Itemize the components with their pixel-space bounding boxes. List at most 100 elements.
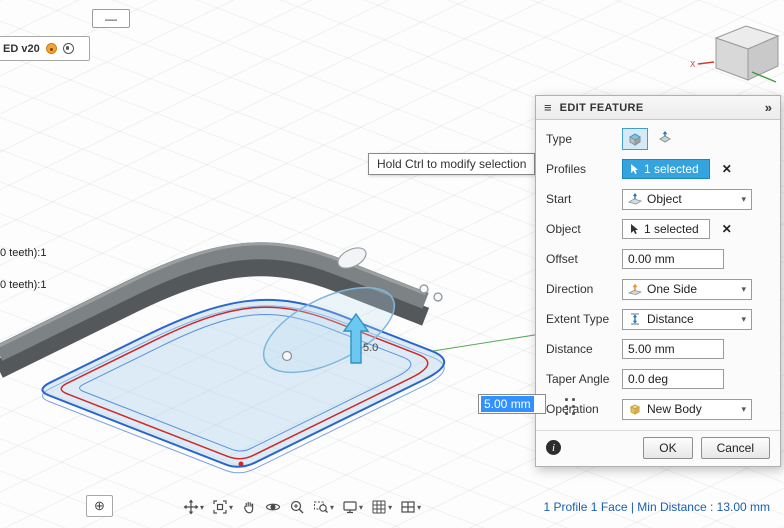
object-clear-icon[interactable]: ✕ xyxy=(722,222,732,236)
offset-row: Offset xyxy=(536,244,780,274)
object-selection-chip[interactable]: 1 selected xyxy=(622,219,710,239)
zoom-icon xyxy=(290,500,304,514)
extrude-solid-icon xyxy=(629,133,641,146)
chevron-down-icon: ▾ xyxy=(330,502,335,512)
direction-dropdown[interactable]: One Side ▾ xyxy=(622,278,752,300)
start-dropdown[interactable]: Object ▾ xyxy=(622,188,752,210)
offset-input[interactable] xyxy=(622,249,724,269)
display-settings-command[interactable]: ▾ xyxy=(342,499,363,515)
dialog-title: EDIT FEATURE xyxy=(559,101,644,114)
sketch-point-left[interactable] xyxy=(281,350,293,362)
profiles-clear-icon[interactable]: ✕ xyxy=(722,162,732,176)
profiles-selection-chip[interactable]: 1 selected xyxy=(622,159,710,179)
extent-type-dropdown[interactable]: Distance ▾ xyxy=(622,308,752,330)
pan-icon xyxy=(183,499,199,515)
sketch-corner-point xyxy=(238,461,244,467)
orbit-icon xyxy=(265,503,281,511)
extent-type-label: Extent Type xyxy=(546,312,610,326)
zoom-command[interactable] xyxy=(289,499,305,515)
grid-settings-command[interactable]: ▾ xyxy=(371,499,392,515)
record-icon xyxy=(62,43,74,54)
hand-icon xyxy=(244,502,254,514)
dialog-grip-icon[interactable]: ≡ xyxy=(544,100,552,115)
operation-dropdown[interactable]: New Body ▾ xyxy=(622,398,752,420)
canvas-distance-value: 5.00 mm xyxy=(481,396,534,412)
distance-row: Distance xyxy=(536,334,780,364)
cursor-icon xyxy=(631,224,638,234)
warning-badge-icon xyxy=(45,43,57,54)
chevron-down-icon: ▾ xyxy=(388,502,393,512)
document-badge[interactable]: ED v20 xyxy=(0,36,90,61)
start-label: Start xyxy=(546,192,572,206)
viewcube[interactable]: X xyxy=(690,25,780,83)
zoom-window-command[interactable]: ▾ xyxy=(313,499,334,515)
manipulator-distance-label: 5.0 xyxy=(363,342,378,354)
info-icon[interactable]: i xyxy=(546,440,561,455)
canvas-distance-input[interactable]: 5.00 mm xyxy=(478,394,546,414)
fusion-window: 5.0 X — ED v20 0 teeth):1 0 teeth):1 Hol… xyxy=(0,0,784,528)
taper-angle-label: Taper Angle xyxy=(546,372,610,386)
profiles-label: Profiles xyxy=(546,162,587,176)
type-row: Type xyxy=(536,124,780,154)
cancel-button[interactable]: Cancel xyxy=(700,436,770,459)
pan-hand-command[interactable] xyxy=(241,499,257,515)
object-label: Object xyxy=(546,222,581,236)
collapse-arrows-icon[interactable]: » xyxy=(765,100,772,115)
type-label: Type xyxy=(546,132,573,146)
value-drag-handle[interactable] xyxy=(563,396,577,417)
document-label: ED v20 xyxy=(3,42,40,55)
plus-circle-icon: ⊕ xyxy=(94,498,105,513)
extrude-thin-icon xyxy=(659,131,671,143)
distance-input[interactable] xyxy=(622,339,724,359)
zoom-window-icon xyxy=(314,501,329,513)
ok-button[interactable]: OK xyxy=(643,436,693,459)
chevron-down-icon: ▾ xyxy=(741,313,746,324)
sketch-point-right-2[interactable] xyxy=(433,292,443,302)
pan-command[interactable]: ▾ xyxy=(183,499,204,515)
browser-item-2[interactable]: 0 teeth):1 xyxy=(0,279,46,291)
collapse-panel-button[interactable]: — xyxy=(92,9,130,28)
taper-angle-row: Taper Angle xyxy=(536,364,780,394)
orbit-command[interactable] xyxy=(265,499,281,515)
display-settings-icon xyxy=(343,501,357,514)
grid-icon xyxy=(372,500,386,514)
expand-control-button[interactable]: ⊕ xyxy=(86,495,113,517)
chevron-down-icon: ▾ xyxy=(200,502,205,512)
extrude-type-thin-button[interactable] xyxy=(652,128,678,150)
operation-label: Operation xyxy=(546,402,599,416)
distance-label: Distance xyxy=(546,342,593,356)
chevron-down-icon: ▾ xyxy=(741,403,746,414)
start-row: Start Object ▾ xyxy=(536,184,780,214)
dialog-footer: i OK Cancel xyxy=(536,430,780,464)
chevron-down-icon: ▾ xyxy=(229,502,234,512)
chevron-down-icon: ▾ xyxy=(741,283,746,294)
selection-status-text: 1 Profile 1 Face | Min Distance : 13.00 … xyxy=(543,500,770,514)
browser-item-1[interactable]: 0 teeth):1 xyxy=(0,247,46,259)
one-side-icon xyxy=(628,283,642,295)
x-axis-label: X xyxy=(690,60,696,69)
new-body-icon xyxy=(629,404,641,415)
cursor-icon xyxy=(631,164,638,174)
offset-label: Offset xyxy=(546,252,578,266)
x-axis-indicator xyxy=(697,61,715,65)
start-object-icon xyxy=(628,193,642,205)
distance-extent-icon xyxy=(631,313,639,325)
chevron-down-icon: ▾ xyxy=(359,502,364,512)
navigation-toolbar: ▾ ▾ ▾ ▾ ▾ ▾ xyxy=(183,499,421,515)
direction-label: Direction xyxy=(546,282,594,296)
viewports-icon xyxy=(401,501,415,513)
extent-type-row: Extent Type Distance ▾ xyxy=(536,304,780,334)
taper-angle-input[interactable] xyxy=(622,369,724,389)
fit-command[interactable]: ▾ xyxy=(212,499,233,515)
viewports-command[interactable]: ▾ xyxy=(400,499,421,515)
direction-row: Direction One Side ▾ xyxy=(536,274,780,304)
fit-icon xyxy=(213,500,227,514)
dialog-header[interactable]: ≡ EDIT FEATURE » xyxy=(536,96,780,120)
profiles-row: Profiles 1 selected ✕ xyxy=(536,154,780,184)
sketch-point-right-1[interactable] xyxy=(419,284,429,294)
object-row: Object 1 selected ✕ xyxy=(536,214,780,244)
minus-icon: — xyxy=(105,11,117,26)
extrude-type-solid-button[interactable] xyxy=(622,128,648,150)
chevron-down-icon: ▾ xyxy=(741,193,746,204)
chevron-down-icon: ▾ xyxy=(417,502,422,512)
